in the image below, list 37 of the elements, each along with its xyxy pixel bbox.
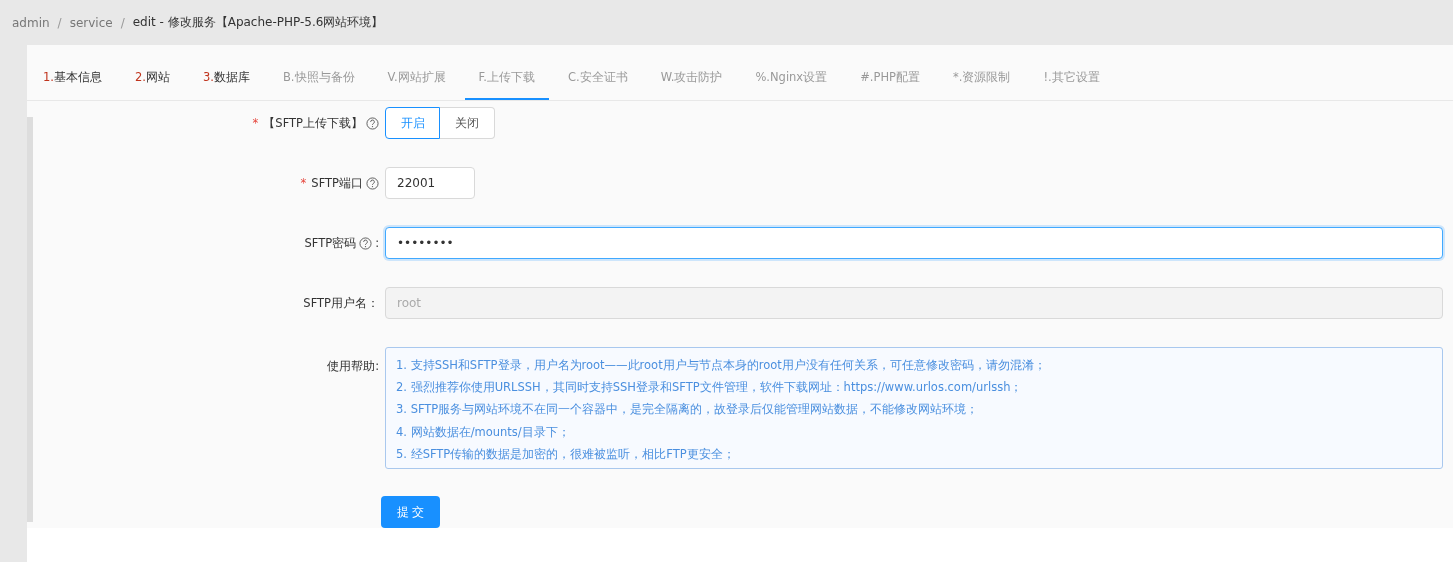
breadcrumb-item[interactable]: admin [12, 15, 50, 30]
help-icon[interactable] [366, 176, 379, 190]
help-line: 5. 经SFTP传输的数据是加密的，很难被监听，相比FTP更安全； [396, 445, 736, 463]
tab[interactable]: !.其它设置 [1029, 66, 1114, 100]
help-line: 3. SFTP服务与网站环境不在同一个容器中，是完全隔离的，故登录后仅能管理网站数据，不能修改网站环境； [396, 401, 980, 419]
tab[interactable]: %.Nginx设置 [741, 66, 842, 100]
tab[interactable]: 3.数据库 [188, 66, 264, 100]
help-icon[interactable] [359, 236, 373, 250]
help-icon[interactable] [366, 116, 379, 130]
tab[interactable]: C.安全证书 [554, 66, 642, 100]
breadcrumb-separator: / [120, 15, 125, 30]
tab[interactable]: #.PHP配置 [846, 66, 934, 100]
field-label: 【SFTP上传下载】 [263, 115, 363, 131]
toggle-option[interactable]: 关闭 [440, 107, 495, 139]
label-colon: : [375, 236, 379, 250]
tab[interactable]: 2.网站 [121, 66, 184, 100]
tab[interactable]: V.网站扩展 [373, 66, 460, 100]
input-field[interactable]: •••••••• [385, 227, 1443, 259]
toggle-option[interactable]: 开启 [385, 107, 440, 139]
tab[interactable]: W.攻击防护 [646, 66, 737, 100]
breadcrumb-item[interactable]: service [69, 15, 113, 30]
required-mark: * [252, 116, 259, 130]
field-label: 使用帮助: [327, 359, 379, 374]
breadcrumb-item: edit - 修改服务【Apache-PHP-5.6网站环境】 [132, 14, 384, 31]
field-label: SFTP密码 [304, 235, 357, 251]
field-label: SFTP用户名： [303, 295, 379, 311]
submit-button[interactable]: 提 交 [381, 496, 440, 528]
help-line: 4. 网站数据在/mounts/目录下； [396, 423, 571, 441]
tab[interactable]: B.快照与备份 [268, 66, 369, 100]
input-field[interactable]: 22001 [385, 167, 475, 199]
required-mark: * [300, 176, 307, 190]
help-line: 2. 强烈推荐你使用URLSSH，其同时支持SSH登录和SFTP文件管理，软件下载网址：https://www.urlos.com/urlssh； [396, 379, 1024, 397]
tab[interactable]: 1.基本信息 [29, 66, 116, 100]
tab[interactable]: *.资源限制 [939, 66, 1025, 100]
breadcrumb-separator: / [57, 15, 62, 30]
field-label: SFTP端口 [311, 175, 363, 191]
help-line: 1. 支持SSH和SFTP登录，用户名为root——此root用户与节点本身的root用户没有任何关系，可任意修改密码，请勿混淆； [396, 357, 1047, 374]
